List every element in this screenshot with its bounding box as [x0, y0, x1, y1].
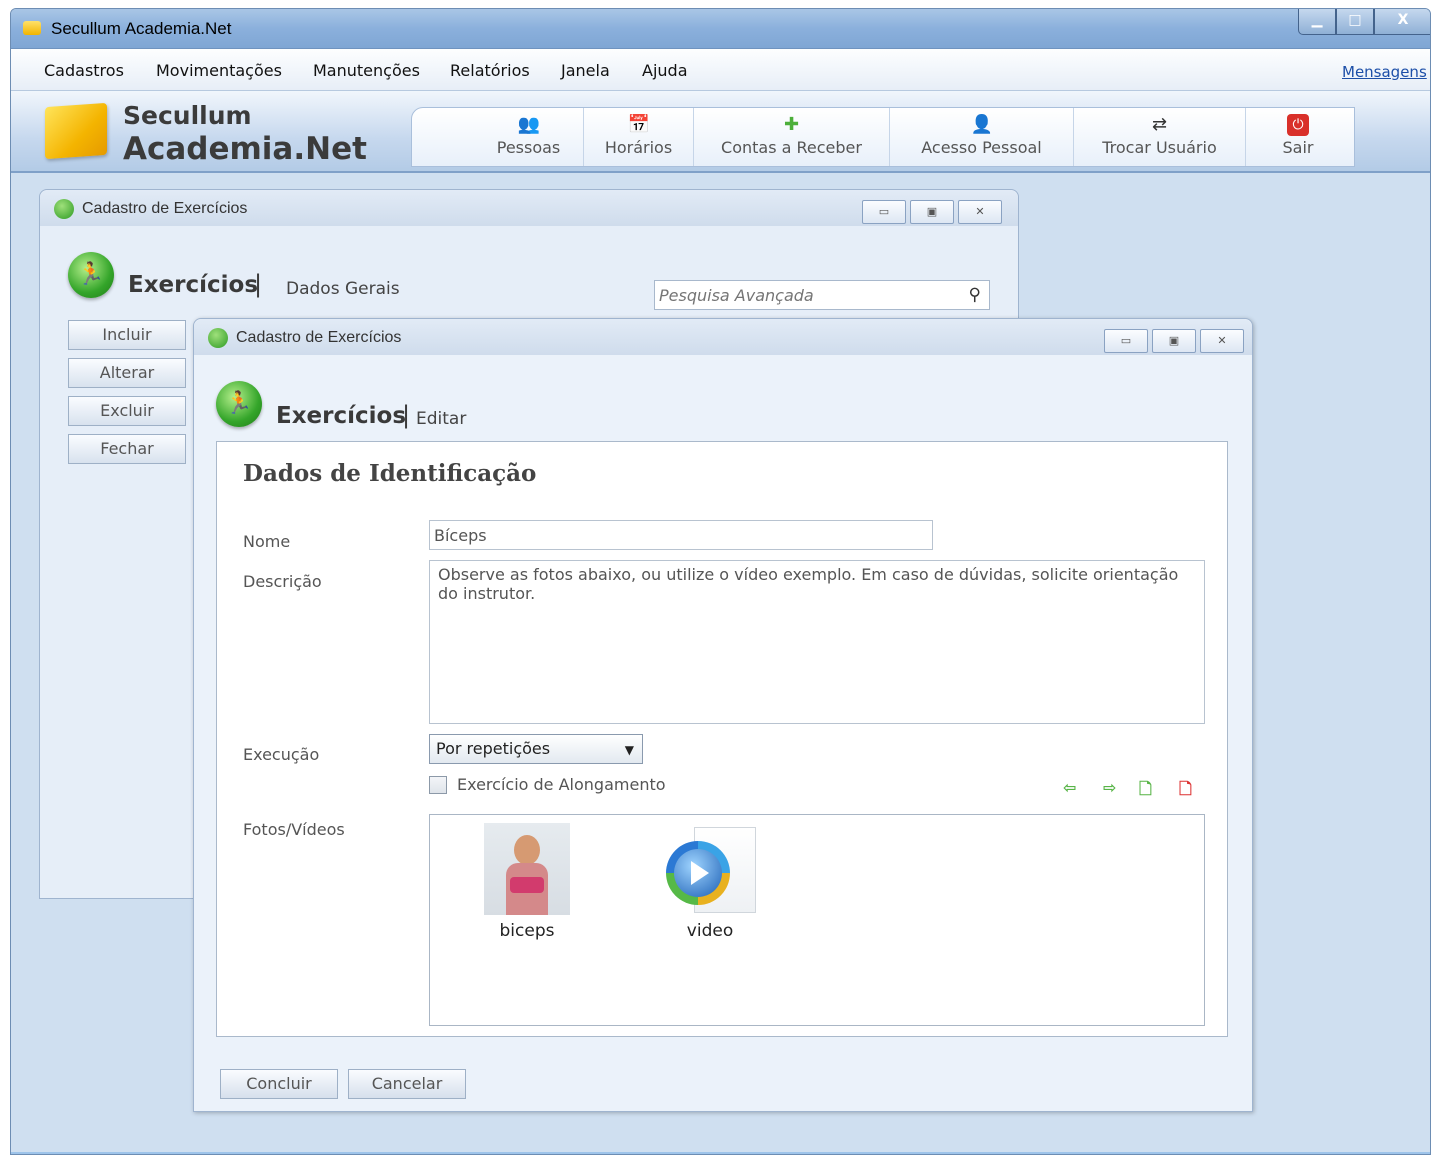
fechar-button[interactable]: Fechar — [68, 434, 186, 464]
toolbar-acesso-button[interactable]: 👤 Acesso Pessoal — [890, 108, 1074, 166]
toolbar-sair-button[interactable]: ⏻ Sair — [1246, 108, 1350, 166]
menu-manutencoes[interactable]: Manutenções — [313, 61, 420, 80]
toolbar-pessoas-label: Pessoas — [496, 138, 561, 157]
inner-dialog-titlebar: Cadastro de Exercícios ▭ ▣ ✕ — [194, 319, 1252, 355]
inner-restore-button[interactable]: ▣ — [1152, 329, 1196, 353]
window-title: Secullum Academia.Net — [51, 19, 232, 38]
toolbar-contas-label: Contas a Receber — [721, 138, 862, 157]
descricao-label: Descrição — [243, 572, 322, 591]
remove-file-icon[interactable]: 🗋 — [1179, 778, 1192, 805]
nome-input[interactable] — [429, 520, 933, 550]
search-input[interactable] — [655, 281, 951, 309]
execucao-select[interactable]: Por repetições ▼ — [429, 734, 643, 764]
outer-dialog-titlebar: Cadastro de Exercícios ▭ ▣ ✕ — [40, 190, 1018, 226]
execucao-label: Execução — [243, 745, 320, 764]
media-caption: biceps — [499, 921, 555, 941]
nome-label: Nome — [243, 532, 291, 551]
menu-ajuda[interactable]: Ajuda — [642, 61, 688, 80]
inner-dialog: Cadastro de Exercícios ▭ ▣ ✕ 🏃 Exercício… — [193, 318, 1253, 1112]
excluir-button[interactable]: Excluir — [68, 396, 186, 426]
toolbar-trocar-button[interactable]: ⇄ Trocar Usuário — [1074, 108, 1246, 166]
maximize-button[interactable]: □ — [1336, 9, 1374, 35]
minimize-button[interactable]: ▁ — [1298, 9, 1336, 35]
switch-user-icon: ⇄ — [1151, 114, 1168, 135]
calendar-icon: 📅 — [627, 114, 650, 135]
alongamento-label[interactable]: Exercício de Alongamento — [457, 775, 666, 794]
media-caption: video — [686, 921, 734, 941]
app-window: Secullum Academia.Net ▁ □ X Cadastros Mo… — [10, 8, 1431, 1155]
exercise-large-icon: 🏃 — [68, 252, 114, 298]
title-bar: Secullum Academia.Net ▁ □ X — [11, 9, 1430, 49]
toolbar-pessoas-button[interactable]: 👥 Pessoas — [474, 108, 584, 166]
people-icon: 👥 — [517, 114, 540, 135]
close-button[interactable]: X — [1374, 9, 1430, 35]
toolbar-horarios-button[interactable]: 📅 Horários — [584, 108, 694, 166]
video-file-icon[interactable] — [666, 825, 758, 915]
close-icon: X — [1397, 12, 1409, 28]
exercise-icon — [208, 328, 228, 348]
execucao-value: Por repetições — [436, 739, 551, 758]
alterar-button[interactable]: Alterar — [68, 358, 186, 388]
menu-bar: Cadastros Movimentações Manutenções Rela… — [11, 49, 1430, 91]
chevron-down-icon: ▼ — [624, 743, 634, 757]
menu-janela[interactable]: Janela — [561, 61, 610, 80]
receivable-icon: ✚ — [783, 114, 800, 135]
inner-subheading: Editar — [416, 409, 467, 429]
inner-heading-separator: | — [402, 401, 411, 429]
toolbar-acesso-label: Acesso Pessoal — [921, 138, 1042, 157]
inner-minimize-button[interactable]: ▭ — [1104, 329, 1148, 353]
inner-dialog-title: Cadastro de Exercícios — [236, 329, 402, 346]
outer-restore-button[interactable]: ▣ — [910, 200, 954, 224]
minimize-icon: ▁ — [1311, 12, 1323, 28]
arrow-left-icon[interactable]: ⇦ — [1063, 778, 1076, 797]
fotos-label: Fotos/Vídeos — [243, 820, 345, 839]
person-access-icon: 👤 — [970, 114, 993, 135]
outer-heading-separator: | — [254, 270, 263, 298]
menu-cadastros[interactable]: Cadastros — [44, 61, 124, 80]
logo-subtitle: Academia.Net — [123, 131, 367, 167]
outer-heading: Exercícios — [128, 272, 259, 298]
outer-dialog-title: Cadastro de Exercícios — [82, 200, 248, 217]
logo-title: Secullum — [123, 101, 252, 130]
outer-subheading: Dados Gerais — [286, 279, 400, 299]
toolbar-strip: 👥 Pessoas 📅 Horários ✚ Contas a Receber … — [411, 107, 1355, 167]
logo-icon — [45, 102, 107, 160]
arrow-right-icon[interactable]: ⇨ — [1103, 778, 1116, 797]
app-icon — [23, 21, 41, 35]
media-list: biceps video — [429, 814, 1205, 1026]
cancelar-button[interactable]: Cancelar — [348, 1069, 466, 1099]
toolbar: Secullum Academia.Net 👥 Pessoas 📅 Horári… — [11, 91, 1430, 173]
exercise-large-icon: 🏃 — [216, 381, 262, 427]
inner-heading: Exercícios — [276, 403, 407, 429]
incluir-button[interactable]: Incluir — [68, 320, 186, 350]
toolbar-horarios-label: Horários — [604, 138, 673, 157]
search-icon[interactable]: ⚲ — [969, 285, 981, 305]
identification-panel: Dados de Identificação Nome Descrição Ob… — [216, 441, 1228, 1037]
toolbar-contas-button[interactable]: ✚ Contas a Receber — [694, 108, 890, 166]
toolbar-sair-label: Sair — [1282, 138, 1314, 157]
outer-close-button[interactable]: ✕ — [958, 200, 1002, 224]
exercise-icon — [54, 199, 74, 219]
concluir-button[interactable]: Concluir — [220, 1069, 338, 1099]
messages-link[interactable]: Mensagens — [1342, 63, 1427, 81]
biceps-photo-thumbnail[interactable] — [484, 823, 570, 915]
inner-close-button[interactable]: ✕ — [1200, 329, 1244, 353]
outer-minimize-button[interactable]: ▭ — [862, 200, 906, 224]
maximize-icon: □ — [1348, 12, 1362, 28]
panel-title: Dados de Identificação — [243, 460, 537, 487]
advanced-search[interactable]: ⚲ — [654, 280, 990, 310]
descricao-textarea[interactable]: Observe as fotos abaixo, ou utilize o ví… — [429, 560, 1205, 724]
menu-relatorios[interactable]: Relatórios — [450, 61, 530, 80]
menu-movimentacoes[interactable]: Movimentações — [156, 61, 282, 80]
alongamento-checkbox[interactable] — [429, 776, 447, 794]
add-file-icon[interactable]: 🗋 — [1139, 778, 1152, 805]
power-icon: ⏻ — [1287, 114, 1309, 136]
toolbar-trocar-label: Trocar Usuário — [1102, 138, 1217, 157]
